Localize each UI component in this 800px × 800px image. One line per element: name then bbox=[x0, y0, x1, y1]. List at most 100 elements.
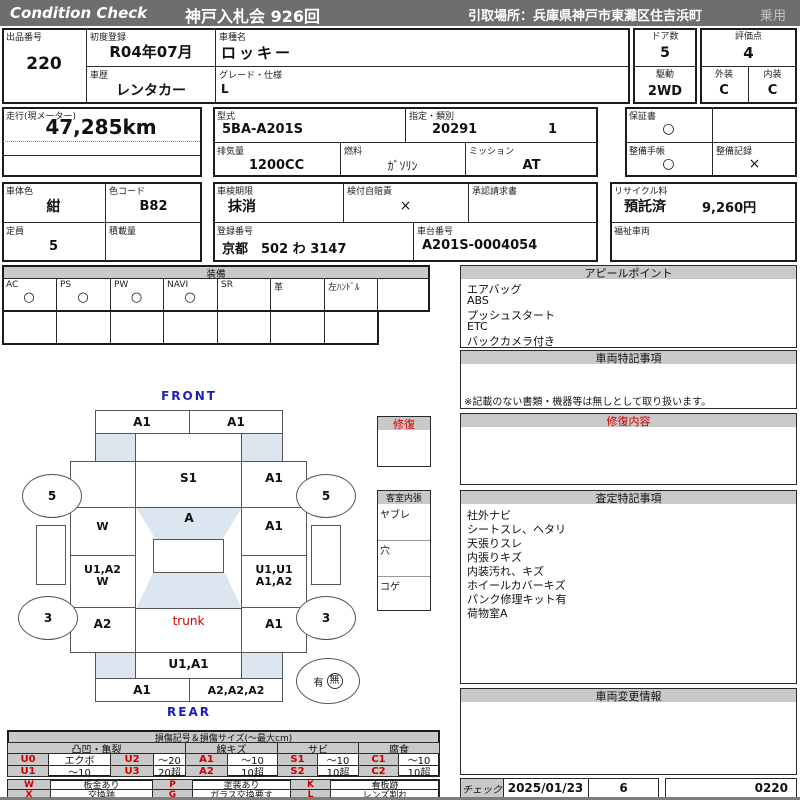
front-corner-right bbox=[241, 434, 283, 461]
rear-corner-left bbox=[95, 653, 136, 678]
windshield-damage: A bbox=[184, 511, 194, 525]
class-label: 指定・類別 bbox=[409, 112, 455, 122]
assessment-item: 荷物室A bbox=[467, 607, 508, 620]
chassis-number: A201S-0004054 bbox=[422, 238, 538, 253]
divider bbox=[377, 278, 378, 310]
vehicle-category: 乗用 bbox=[760, 9, 787, 24]
recycle-fee: 9,260円 bbox=[702, 201, 757, 216]
rear-left-fender-damage: A2 bbox=[93, 617, 112, 631]
legend-code: C2 bbox=[358, 765, 399, 777]
legend-code: U1 bbox=[7, 765, 49, 777]
front-corner-left bbox=[95, 434, 136, 461]
spare-tire-indicator: 有 無 bbox=[296, 658, 360, 704]
spare-yes-label: 有 bbox=[313, 677, 324, 689]
left-rocker-panel bbox=[36, 525, 66, 585]
legend-code: A2 bbox=[185, 765, 228, 777]
maintenance-book-mark: ○ bbox=[662, 156, 675, 172]
registration-number: 京都 502 わ 3147 bbox=[222, 242, 347, 257]
divider bbox=[86, 66, 630, 67]
warranty-mark: ○ bbox=[662, 121, 675, 137]
check-count: 6 bbox=[619, 781, 628, 795]
divider bbox=[270, 278, 271, 343]
equipment-lhd-label: 左ﾊﾝﾄﾞﾙ bbox=[328, 283, 360, 293]
vehicle-notes-header: 車両特記事項 bbox=[461, 351, 796, 365]
appeal-header: アピールポイント bbox=[461, 266, 796, 280]
cabin-hole-label: 穴 bbox=[380, 546, 390, 557]
registration-number-label: 登録番号 bbox=[217, 227, 254, 237]
class-number: 20291 bbox=[432, 122, 478, 137]
lot-number: 220 bbox=[26, 54, 62, 74]
front-left-wheel: 5 bbox=[22, 474, 82, 518]
legend-code: S2 bbox=[277, 765, 318, 777]
welfare-label: 福祉車両 bbox=[614, 227, 651, 237]
rear-bumper-left-damage: A1 bbox=[133, 683, 151, 697]
trunk-label: trunk bbox=[172, 614, 205, 628]
legend-size: 10超 bbox=[398, 765, 440, 779]
rear-left-door-damage-2: W bbox=[96, 574, 109, 588]
body-color: 紺 bbox=[46, 199, 61, 215]
appeal-item: バックカメラ付き bbox=[467, 335, 555, 348]
equipment-pw-mark: ○ bbox=[130, 289, 143, 305]
assessment-header: 査定特記事項 bbox=[461, 491, 796, 505]
auction-title: 神戸入札会 926回 bbox=[185, 7, 320, 26]
front-right-fender-damage: A1 bbox=[265, 471, 283, 485]
type-code: 5BA-A201S bbox=[222, 122, 303, 137]
load-label: 積載量 bbox=[109, 227, 137, 237]
legend-size: 10超 bbox=[227, 765, 278, 779]
front-label: FRONT bbox=[161, 388, 217, 403]
divider bbox=[136, 507, 242, 508]
rear-right-door-damage: U1,U1 bbox=[255, 562, 293, 576]
fuel: ｶﾞｿﾘﾝ bbox=[387, 158, 418, 173]
divider bbox=[136, 608, 242, 609]
rear-label: REAR bbox=[167, 704, 211, 719]
divider bbox=[405, 107, 406, 142]
divider bbox=[213, 142, 598, 143]
change-info-header: 車両変更情報 bbox=[461, 689, 796, 703]
cabin-burn-label: コゲ bbox=[380, 582, 400, 593]
divider bbox=[2, 278, 430, 279]
approval-label: 承認請求書 bbox=[472, 187, 518, 197]
transmission: AT bbox=[522, 157, 541, 173]
displacement: 1200CC bbox=[248, 157, 305, 173]
color-code: B82 bbox=[139, 198, 168, 214]
cabin-tear-label: ヤブレ bbox=[380, 510, 410, 521]
model-name: ロッキー bbox=[221, 44, 294, 62]
divider bbox=[241, 555, 307, 556]
drive: 2WD bbox=[647, 83, 683, 99]
repair-details-header: 修復内容 bbox=[461, 414, 796, 428]
appeal-item: ABS bbox=[467, 294, 489, 307]
divider bbox=[378, 576, 430, 577]
divider bbox=[3, 141, 200, 142]
grade: L bbox=[221, 82, 229, 96]
rear-panel-damage: U1,A1 bbox=[168, 657, 209, 671]
doors-label: ドア数 bbox=[651, 32, 679, 42]
recycle-status: 預託済 bbox=[624, 199, 666, 215]
front-left-door-damage: W bbox=[96, 519, 109, 533]
legend-size: 〜10 bbox=[48, 765, 111, 779]
interior-grade: C bbox=[767, 82, 778, 98]
divider bbox=[625, 142, 797, 143]
equipment-row2 bbox=[2, 310, 379, 345]
class-sub-number: 1 bbox=[548, 122, 558, 137]
divider bbox=[413, 222, 414, 262]
interior-label: 内装 bbox=[763, 70, 782, 80]
rear-left-wheel: 3 bbox=[18, 596, 78, 640]
equipment-ac-mark: ○ bbox=[23, 289, 35, 305]
chassis-number-label: 車台番号 bbox=[417, 227, 454, 237]
equipment-ps-mark: ○ bbox=[77, 289, 89, 305]
divider bbox=[468, 182, 469, 222]
roof-panel bbox=[153, 539, 224, 573]
divider bbox=[213, 222, 598, 223]
legend-code: U3 bbox=[110, 765, 154, 777]
drive-label: 駆動 bbox=[655, 70, 674, 80]
check-date: 2025/01/23 bbox=[507, 781, 584, 795]
divider bbox=[378, 540, 430, 541]
score-label: 評価点 bbox=[734, 32, 762, 42]
score: 4 bbox=[743, 44, 754, 62]
history: レンタカー bbox=[116, 83, 186, 99]
cabin-lining-header: 客室内張 bbox=[378, 491, 430, 504]
front-right-wheel: 5 bbox=[296, 474, 356, 518]
front-right-door-damage: A1 bbox=[265, 519, 283, 533]
legend-size: 20超 bbox=[153, 765, 186, 779]
rear-window bbox=[136, 573, 242, 609]
